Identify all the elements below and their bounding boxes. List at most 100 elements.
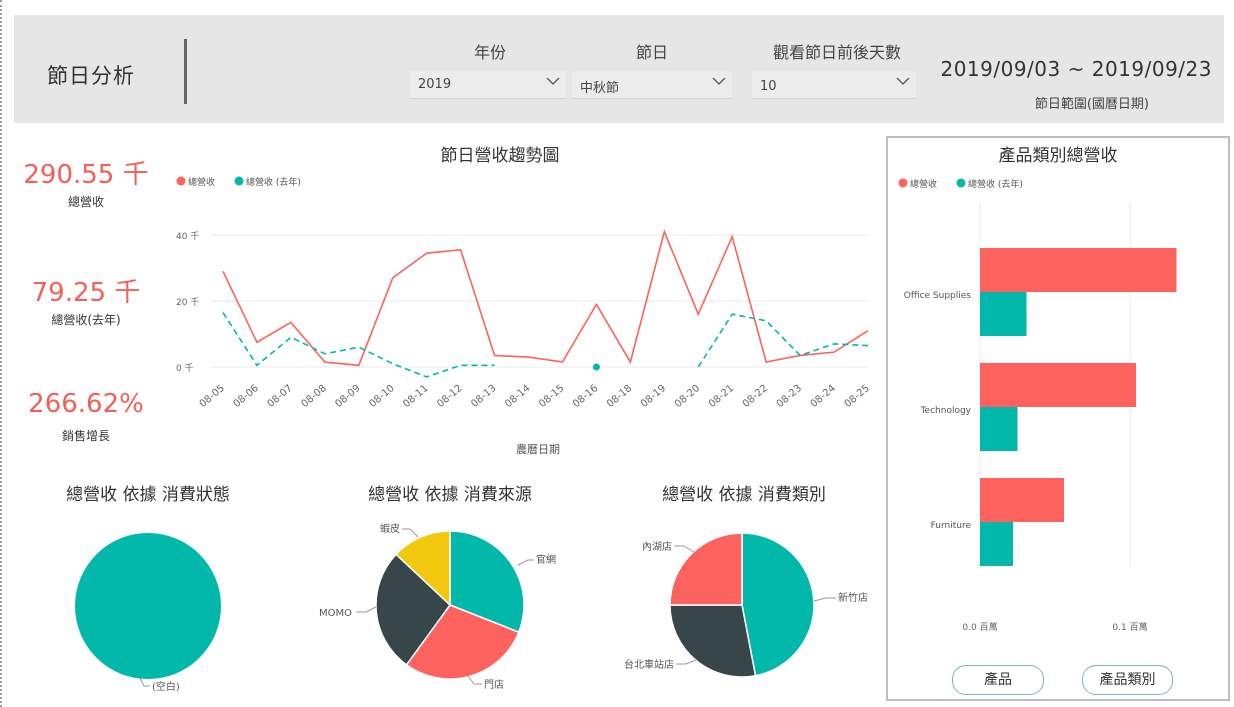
- series-point: [592, 363, 600, 371]
- x-tick-label: 08-14: [503, 383, 532, 410]
- pie-slice: [741, 532, 815, 677]
- x-tick-label: 08-16: [571, 383, 600, 410]
- leader-line: [674, 545, 695, 553]
- bar: [980, 478, 1064, 522]
- x-tick-label: 08-18: [605, 383, 634, 410]
- slicer-year-value: 2019: [418, 77, 452, 92]
- slice-label: 台北車站店: [624, 658, 674, 671]
- header-bar: 節日分析 年份 2019 節日 中秋節 觀看節日前後天數 10 2019/09/…: [14, 15, 1224, 123]
- pie-slice: [75, 533, 221, 679]
- pie-status-title: 總營收 依據 消費狀態: [66, 485, 230, 505]
- slicer-days-dropdown[interactable]: 10: [752, 71, 916, 99]
- date-range-label: 節日範圍(國曆日期): [1034, 97, 1149, 112]
- x-tick-label: 08-12: [435, 383, 464, 410]
- leader-line: [676, 659, 697, 665]
- x-tick-label: 0.1 百萬: [1112, 621, 1147, 633]
- leader-line: [517, 559, 534, 566]
- x-tick-label: 08-24: [809, 383, 838, 410]
- legend-label: 總營收 (去年): [968, 178, 1023, 190]
- legend-label: 總營收 (去年): [246, 176, 301, 188]
- pie-chart-source: 官網門店 MOMO 蝦皮: [319, 522, 556, 691]
- x-tick-label: 08-09: [333, 383, 362, 410]
- bar-chart-title: 產品類別總營收: [998, 146, 1118, 166]
- pie-category-title: 總營收 依據 消費類別: [662, 485, 826, 505]
- slice-label: 門店: [484, 678, 504, 691]
- y-tick-label: 0 千: [176, 363, 194, 374]
- x-tick-label: 08-11: [401, 383, 430, 410]
- x-tick-label: 08-15: [537, 383, 566, 410]
- chevron-down-icon: [712, 77, 726, 85]
- pie-slice: [669, 532, 743, 606]
- legend-label: 總營收: [188, 176, 215, 188]
- series-line-revenue: [222, 229, 869, 367]
- header-divider: [184, 39, 187, 104]
- pie-source-title: 總營收 依據 消費來源: [368, 485, 532, 505]
- slicer-year-label: 年份: [473, 43, 506, 62]
- legend-marker: [956, 178, 966, 188]
- kpi-growth-label: 銷售增長: [61, 429, 110, 443]
- product-button[interactable]: 產品: [952, 665, 1044, 695]
- bar-chart: 總營收 總營收 (去年) 0.0 百萬 0.1 百萬 Office Supplies Te…: [898, 178, 1177, 633]
- kpi-revenue-value: 290.55 千: [23, 160, 149, 190]
- y-tick-label: 40 千: [176, 231, 199, 242]
- pie-chart-category: 新竹店台北車站店 內湖店: [624, 532, 868, 678]
- legend-marker: [898, 178, 908, 188]
- pie-chart-status: (空白): [75, 533, 221, 693]
- category-label: Technology: [920, 406, 972, 416]
- category-label: Furniture: [931, 521, 972, 531]
- category-label: Office Supplies: [904, 291, 972, 301]
- x-tick-label: 08-08: [299, 383, 328, 410]
- legend-marker: [176, 176, 186, 186]
- slicer-year-dropdown[interactable]: 2019: [410, 71, 566, 99]
- x-tick-label: 08-13: [469, 383, 498, 410]
- kpi-revenue-label: 總營收: [67, 195, 104, 209]
- line-chart: 總營收 總營收 (去年)0 千20 千40 千08-05 08-06 08-07 08-…: [176, 176, 872, 456]
- pie-slice: [669, 604, 757, 678]
- legend-marker: [234, 176, 244, 186]
- leader-line: [813, 597, 836, 602]
- page-title: 節日分析: [47, 64, 135, 88]
- slice-label: (空白): [152, 680, 180, 693]
- slice-label: 新竹店: [838, 591, 868, 604]
- x-tick-label: 08-23: [775, 383, 804, 410]
- slicer-days-label: 觀看節日前後天數: [772, 43, 901, 62]
- x-tick-label: 08-25: [843, 383, 872, 410]
- slicer-holiday-label: 節日: [635, 43, 668, 62]
- x-tick-label: 08-19: [639, 383, 668, 410]
- kpi-growth-value: 266.62%: [28, 389, 144, 419]
- kpi-revenue-last-year-value: 79.25 千: [31, 278, 141, 308]
- bar: [980, 407, 1018, 451]
- x-tick-label: 08-05: [198, 383, 227, 410]
- slicer-days-value: 10: [760, 79, 777, 94]
- x-tick-label: 08-06: [232, 383, 261, 410]
- kpi-revenue-last-year-label: 總營收(去年): [51, 313, 121, 327]
- bar: [980, 522, 1013, 566]
- x-tick-label: 08-20: [673, 383, 702, 410]
- chevron-down-icon: [546, 77, 560, 85]
- x-tick-label: 08-07: [265, 383, 294, 410]
- slice-label: MOMO: [319, 608, 352, 619]
- x-tick-label: 08-10: [367, 383, 396, 410]
- x-tick-label: 08-21: [707, 383, 736, 410]
- legend-label: 總營收: [910, 178, 937, 190]
- x-tick-label: 0.0 百萬: [962, 621, 997, 633]
- slice-label: 蝦皮: [380, 522, 400, 535]
- y-tick-label: 20 千: [176, 297, 199, 308]
- bar: [980, 248, 1177, 292]
- slice-label: 官網: [536, 553, 556, 566]
- date-range-value: 2019/09/03 ~ 2019/09/23: [940, 57, 1212, 81]
- leader-line: [139, 677, 150, 687]
- line-chart-title: 節日營收趨勢圖: [440, 146, 560, 166]
- slice-label: 內湖店: [642, 540, 672, 553]
- bar: [980, 292, 1027, 336]
- chevron-down-icon: [896, 77, 910, 85]
- leader-line: [467, 675, 482, 685]
- product-category-button[interactable]: 產品類別: [1082, 665, 1173, 695]
- leader-line: [402, 528, 419, 538]
- slicer-holiday-dropdown[interactable]: 中秋節: [572, 71, 732, 99]
- x-tick-label: 08-22: [741, 383, 770, 410]
- slicer-holiday-value: 中秋節: [580, 81, 620, 96]
- bar: [980, 363, 1136, 407]
- page-left-border: [0, 0, 2, 707]
- leader-line: [356, 606, 377, 613]
